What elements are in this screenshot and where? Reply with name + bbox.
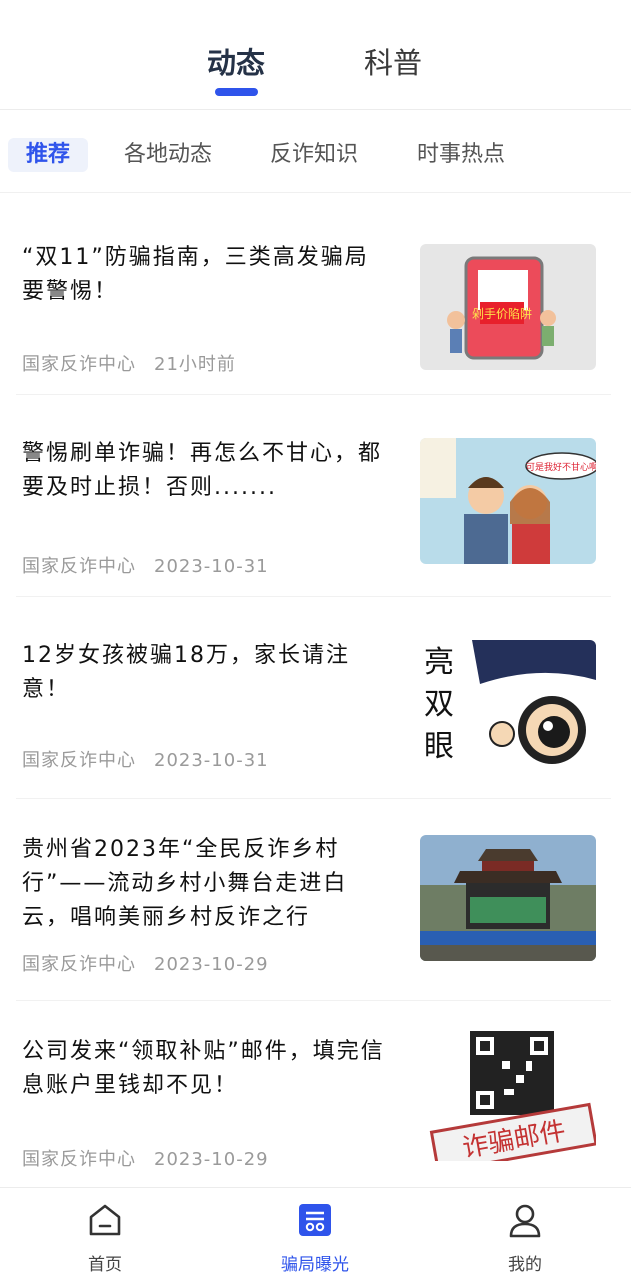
article-card[interactable]: “双11”防骗指南，三类高发骗局要警惕！ 国家反诈中心 21小时前 剁手价陷阱 (0, 193, 631, 395)
article-meta: 国家反诈中心 21小时前 (22, 350, 236, 376)
article-thumbnail: 诈骗邮件 (420, 1031, 596, 1161)
article-source: 国家反诈中心 (22, 954, 136, 975)
article-time: 2023-10-29 (154, 1149, 269, 1170)
article-time: 2023-10-31 (154, 750, 269, 771)
article-source: 国家反诈中心 (22, 354, 136, 375)
article-card[interactable]: 贵州省2023年“全民反诈乡村行”——流动乡村小舞台走进白云，唱响美丽乡村反诈之… (0, 799, 631, 1001)
article-thumbnail (420, 835, 596, 961)
article-title: 12岁女孩被骗18万，家长请注意！ (22, 643, 350, 702)
bottom-navigation: 首页 骗局曝光 我的 (0, 1187, 631, 1280)
nav-profile-label: 我的 (508, 1255, 542, 1275)
article-card[interactable]: 12岁女孩被骗18万，家长请注意！ 国家反诈中心 2023-10-31 亮 双 眼 (0, 597, 631, 799)
category-local-news[interactable]: 各地动态 (124, 138, 212, 172)
category-anti-fraud-knowledge[interactable]: 反诈知识 (270, 138, 358, 172)
category-current-affairs[interactable]: 时事热点 (417, 138, 505, 172)
user-icon (509, 1204, 541, 1238)
article-source: 国家反诈中心 (22, 556, 136, 577)
thumb-caption: 剁手价陷阱 (472, 306, 532, 321)
article-title: “双11”防骗指南，三类高发骗局要警惕！ (22, 245, 369, 304)
article-thumbnail: 可是我好不甘心啊 (420, 438, 596, 564)
home-icon (89, 1204, 121, 1236)
nav-home[interactable]: 首页 (45, 1188, 165, 1280)
article-meta: 国家反诈中心 2023-10-31 (22, 746, 269, 772)
article-title: 公司发来“领取补贴”邮件，填完信息账户里钱却不见！ (22, 1039, 385, 1098)
article-time: 2023-10-31 (154, 556, 269, 577)
tab-dongtai[interactable]: 动态 (207, 40, 265, 82)
article-time: 21小时前 (154, 354, 236, 375)
nav-profile[interactable]: 我的 (465, 1188, 585, 1280)
nav-exposure[interactable]: 骗局曝光 (255, 1188, 375, 1280)
article-card[interactable]: 公司发来“领取补贴”邮件，填完信息账户里钱却不见！ 国家反诈中心 2023-10-… (0, 1001, 631, 1203)
nav-home-label: 首页 (88, 1255, 122, 1275)
thumb-caption: 可是我好不甘心啊 (526, 461, 596, 473)
active-tab-indicator (215, 88, 258, 96)
article-card[interactable]: 警惕刷单诈骗！再怎么不甘心，都要及时止损！否则....... 国家反诈中心 202… (0, 395, 631, 597)
article-thumbnail: 亮 双 眼 (420, 640, 596, 766)
article-meta: 国家反诈中心 2023-10-31 (22, 552, 269, 578)
exposure-icon (299, 1204, 331, 1236)
svg-text:眼: 眼 (424, 729, 454, 764)
article-source: 国家反诈中心 (22, 1149, 136, 1170)
article-meta: 国家反诈中心 2023-10-29 (22, 1145, 269, 1171)
article-title: 贵州省2023年“全民反诈乡村行”——流动乡村小舞台走进白云，唱响美丽乡村反诈之… (22, 837, 348, 930)
article-title: 警惕刷单诈骗！再怎么不甘心，都要及时止损！否则....... (22, 441, 383, 500)
article-source: 国家反诈中心 (22, 750, 136, 771)
category-recommend[interactable]: 推荐 (8, 138, 89, 172)
article-thumbnail: 剁手价陷阱 (420, 244, 596, 370)
article-meta: 国家反诈中心 2023-10-29 (22, 950, 269, 976)
category-bar: 推荐 各地动态 反诈知识 时事热点 (0, 110, 631, 193)
tab-kepu[interactable]: 科普 (364, 40, 422, 82)
svg-text:亮: 亮 (424, 645, 454, 680)
article-time: 2023-10-29 (154, 954, 269, 975)
top-tab-bar: 动态 科普 (0, 0, 631, 110)
nav-exposure-label: 骗局曝光 (281, 1255, 349, 1275)
svg-text:双: 双 (424, 687, 454, 722)
